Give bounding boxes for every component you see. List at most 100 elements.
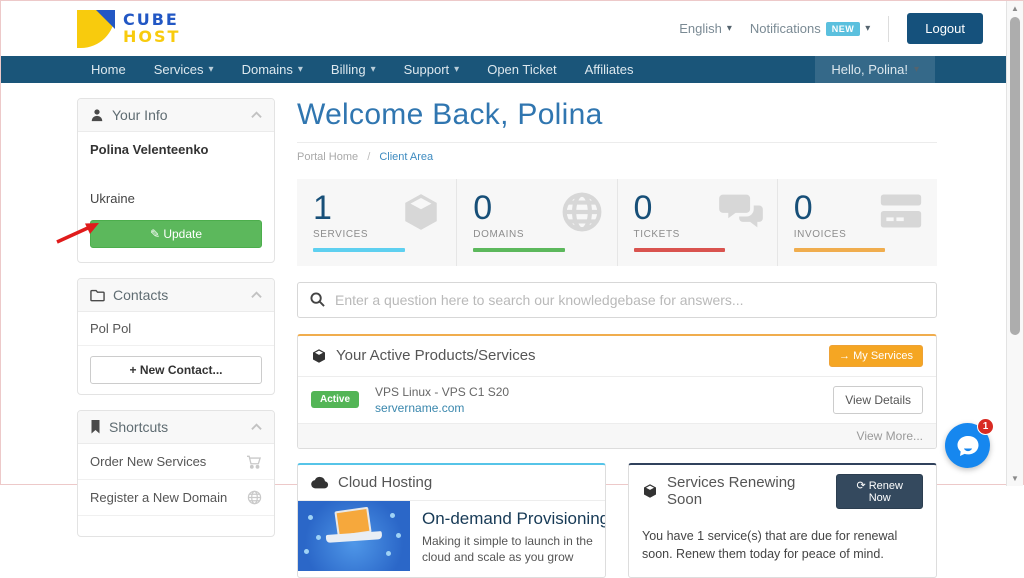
nav-item-domains[interactable]: Domains▾ xyxy=(228,56,317,83)
active-products-panel: Your Active Products/Services → My Servi… xyxy=(297,334,937,449)
shortcuts-header[interactable]: Shortcuts xyxy=(78,411,274,444)
status-badge: Active xyxy=(311,391,359,408)
your-info-panel: Your Info Polina Velenteenko Ukraine ✎ U… xyxy=(77,98,275,263)
chat-unread-badge: 1 xyxy=(977,418,994,435)
knowledgebase-search xyxy=(297,282,937,318)
cubehost-logo-icon xyxy=(77,10,115,48)
comments-icon xyxy=(719,191,763,231)
search-input[interactable] xyxy=(335,292,924,308)
cubehost-logo[interactable]: CUBE HOST xyxy=(77,10,180,48)
scrollbar-down-arrow[interactable]: ▼ xyxy=(1007,474,1023,483)
logout-button[interactable]: Logout xyxy=(907,13,983,44)
contact-list-item[interactable]: Pol Pol xyxy=(78,312,274,346)
globe-icon xyxy=(247,490,262,505)
account-dropdown[interactable]: Hello, Polina! ▾ xyxy=(815,56,935,83)
search-icon xyxy=(310,292,325,307)
language-dropdown[interactable]: English ▾ xyxy=(679,21,732,36)
language-label: English xyxy=(679,21,722,36)
caret-down-icon: ▾ xyxy=(914,64,919,75)
caret-down-icon: ▾ xyxy=(865,23,870,34)
shortcuts-panel: Shortcuts Order New Services Register a … xyxy=(77,410,275,537)
header-divider xyxy=(888,16,889,42)
scrollbar-up-arrow[interactable]: ▲ xyxy=(1007,4,1023,13)
cloud-hosting-title: Cloud Hosting xyxy=(338,474,432,491)
folder-icon xyxy=(90,289,105,302)
nav-item-home[interactable]: Home xyxy=(77,56,140,83)
vertical-scrollbar[interactable]: ▲ ▼ xyxy=(1006,1,1023,486)
product-row: Active VPS Linux - VPS C1 S20 servername… xyxy=(298,376,936,423)
view-more-link[interactable]: View More... xyxy=(857,429,923,443)
cloud-icon xyxy=(311,476,329,489)
main-content: Welcome Back, Polina Portal Home / Clien… xyxy=(297,98,937,578)
cloud-hosting-heading: On-demand Provisioning xyxy=(422,509,606,529)
invoices-underline xyxy=(794,248,886,252)
cloud-hosting-subtext: Making it simple to launch in the cloud … xyxy=(422,533,606,565)
new-contact-button[interactable]: + New Contact... xyxy=(90,356,262,384)
update-button[interactable]: ✎ Update xyxy=(90,220,262,248)
refresh-icon: ⟳ xyxy=(856,480,865,492)
breadcrumb-portal-home[interactable]: Portal Home xyxy=(297,151,358,163)
cube-icon xyxy=(642,483,658,499)
pencil-icon: ✎ xyxy=(150,227,163,241)
stat-tickets[interactable]: 0 TICKETS xyxy=(617,179,777,266)
shortcut-row-cutoff xyxy=(78,516,274,536)
breadcrumb: Portal Home / Client Area xyxy=(297,151,937,163)
cloud-hosting-panel: Cloud Hosting On-demand Provision xyxy=(297,463,606,578)
title-divider xyxy=(297,142,937,143)
active-products-title: Your Active Products/Services xyxy=(336,347,536,364)
arrow-right-icon: → xyxy=(839,350,850,362)
client-name: Polina Velenteenko xyxy=(90,142,262,157)
contacts-panel: Contacts Pol Pol + New Contact... xyxy=(77,278,275,395)
nav-item-services[interactable]: Services▾ xyxy=(140,56,228,83)
my-services-button[interactable]: → My Services xyxy=(829,345,923,367)
stat-services[interactable]: 1 SERVICES xyxy=(297,179,456,266)
page-title: Welcome Back, Polina xyxy=(297,98,937,132)
renew-now-button[interactable]: ⟳ Renew Now xyxy=(836,474,923,509)
bookmark-icon xyxy=(90,420,101,434)
product-name: VPS Linux - VPS C1 S20 xyxy=(375,385,509,399)
cube-icon xyxy=(311,348,327,364)
your-info-header[interactable]: Your Info xyxy=(78,99,274,132)
breadcrumb-client-area: Client Area xyxy=(379,151,433,163)
breadcrumb-separator: / xyxy=(367,151,370,163)
chevron-up-icon xyxy=(251,111,262,119)
services-renewing-title: Services Renewing Soon xyxy=(667,474,827,508)
shortcuts-title: Shortcuts xyxy=(109,419,168,435)
cloud-hosting-image xyxy=(298,501,410,571)
domains-underline xyxy=(473,248,565,252)
chat-widget-button[interactable]: 1 xyxy=(945,423,990,468)
cubehost-logo-text: CUBE HOST xyxy=(123,12,180,46)
contacts-header[interactable]: Contacts xyxy=(78,279,274,312)
nav-item-support[interactable]: Support▾ xyxy=(390,56,474,83)
credit-card-icon xyxy=(879,191,923,231)
caret-down-icon: ▾ xyxy=(727,23,732,34)
user-icon xyxy=(90,108,104,122)
stat-invoices[interactable]: 0 INVOICES xyxy=(777,179,937,266)
top-header: CUBE HOST English ▾ Notifications NEW ▾ … xyxy=(1,1,1023,56)
notifications-dropdown[interactable]: Notifications NEW ▾ xyxy=(750,21,870,36)
caret-down-icon: ▾ xyxy=(454,64,459,75)
nav-item-open-ticket[interactable]: Open Ticket xyxy=(473,56,570,83)
renewing-message: You have 1 service(s) that are due for r… xyxy=(629,518,936,577)
view-details-button[interactable]: View Details xyxy=(833,386,923,414)
chevron-up-icon xyxy=(251,423,262,431)
shortcut-register-domain[interactable]: Register a New Domain xyxy=(78,480,274,516)
stat-domains[interactable]: 0 DOMAINS xyxy=(456,179,616,266)
nav-item-billing[interactable]: Billing▾ xyxy=(317,56,390,83)
chat-bubble-icon xyxy=(956,435,980,457)
caret-down-icon: ▾ xyxy=(298,64,303,75)
stats-row: 1 SERVICES 0 DOMAINS 0 TICKETS 0 INVOICE… xyxy=(297,179,937,266)
product-domain-link[interactable]: servername.com xyxy=(375,401,509,415)
services-renewing-panel: Services Renewing Soon ⟳ Renew Now You h… xyxy=(628,463,937,578)
globe-icon xyxy=(561,191,603,233)
greeting-label: Hello, Polina! xyxy=(831,62,908,77)
sidebar: Your Info Polina Velenteenko Ukraine ✎ U… xyxy=(77,98,275,578)
cube-icon xyxy=(400,191,442,233)
scrollbar-thumb[interactable] xyxy=(1010,17,1020,335)
shortcut-order-services[interactable]: Order New Services xyxy=(78,444,274,480)
your-info-title: Your Info xyxy=(112,107,168,123)
caret-down-icon: ▾ xyxy=(209,64,214,75)
nav-item-affiliates[interactable]: Affiliates xyxy=(571,56,648,83)
logo-line-2: HOST xyxy=(123,29,180,46)
tickets-underline xyxy=(634,248,726,252)
